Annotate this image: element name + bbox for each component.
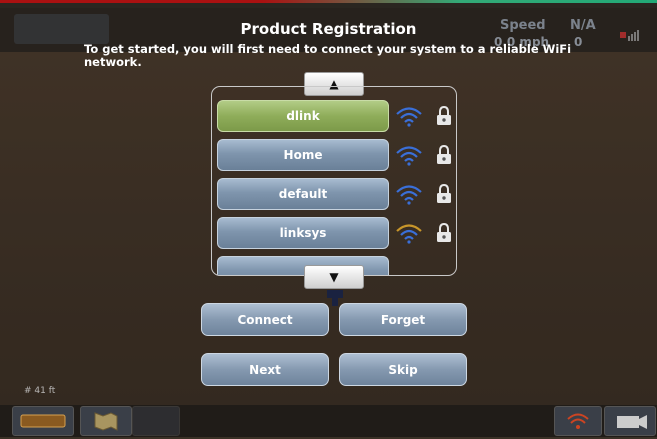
network-button[interactable]: default xyxy=(217,178,389,210)
network-name: dlink xyxy=(286,109,320,123)
map-button[interactable] xyxy=(80,406,132,436)
network-row-linksys[interactable]: linksys xyxy=(217,217,453,249)
iso-button[interactable] xyxy=(12,406,74,436)
skip-label: Skip xyxy=(388,362,418,377)
lock-icon xyxy=(437,106,451,125)
lock-icon xyxy=(437,223,451,242)
map-icon xyxy=(94,412,118,431)
dialog-instruction: To get started, you will first need to c… xyxy=(84,42,572,69)
connect-label: Connect xyxy=(237,312,293,327)
scroll-down-button[interactable]: ▼ xyxy=(304,265,364,289)
wifi-status-button[interactable] xyxy=(554,406,602,436)
network-row-dlink[interactable]: dlink xyxy=(217,100,453,132)
wifi-icon xyxy=(396,185,422,205)
wifi-status-icon xyxy=(567,413,589,429)
camera-button[interactable] xyxy=(604,406,656,436)
network-name: default xyxy=(278,187,328,201)
next-button[interactable]: Next xyxy=(201,353,329,386)
guidance-bar xyxy=(0,0,657,3)
next-label: Next xyxy=(249,362,281,377)
camera-icon xyxy=(617,415,647,429)
wifi-icon xyxy=(396,146,422,166)
lock-icon xyxy=(437,145,451,164)
wifi-icon xyxy=(396,224,422,244)
network-button[interactable]: Home xyxy=(217,139,389,171)
forget-button[interactable]: Forget xyxy=(339,303,467,336)
forget-label: Forget xyxy=(380,312,426,327)
connect-button[interactable]: Connect xyxy=(201,303,329,336)
wifi-icon xyxy=(396,107,422,127)
network-name: Home xyxy=(283,148,323,162)
down-arrow-icon: ▼ xyxy=(329,270,339,284)
lock-icon xyxy=(437,184,451,203)
skip-button[interactable]: Skip xyxy=(339,353,467,386)
network-button[interactable]: linksys xyxy=(217,217,389,249)
network-button[interactable]: dlink xyxy=(217,100,389,132)
layers-button[interactable] xyxy=(132,406,180,436)
network-row-home[interactable]: Home xyxy=(217,139,453,171)
iso-icon xyxy=(20,414,66,428)
dialog-title: Product Registration xyxy=(240,20,417,38)
network-list[interactable]: dlink Home default linksys xyxy=(211,86,457,276)
network-name: linksys xyxy=(279,226,327,240)
network-row-default[interactable]: default xyxy=(217,178,453,210)
